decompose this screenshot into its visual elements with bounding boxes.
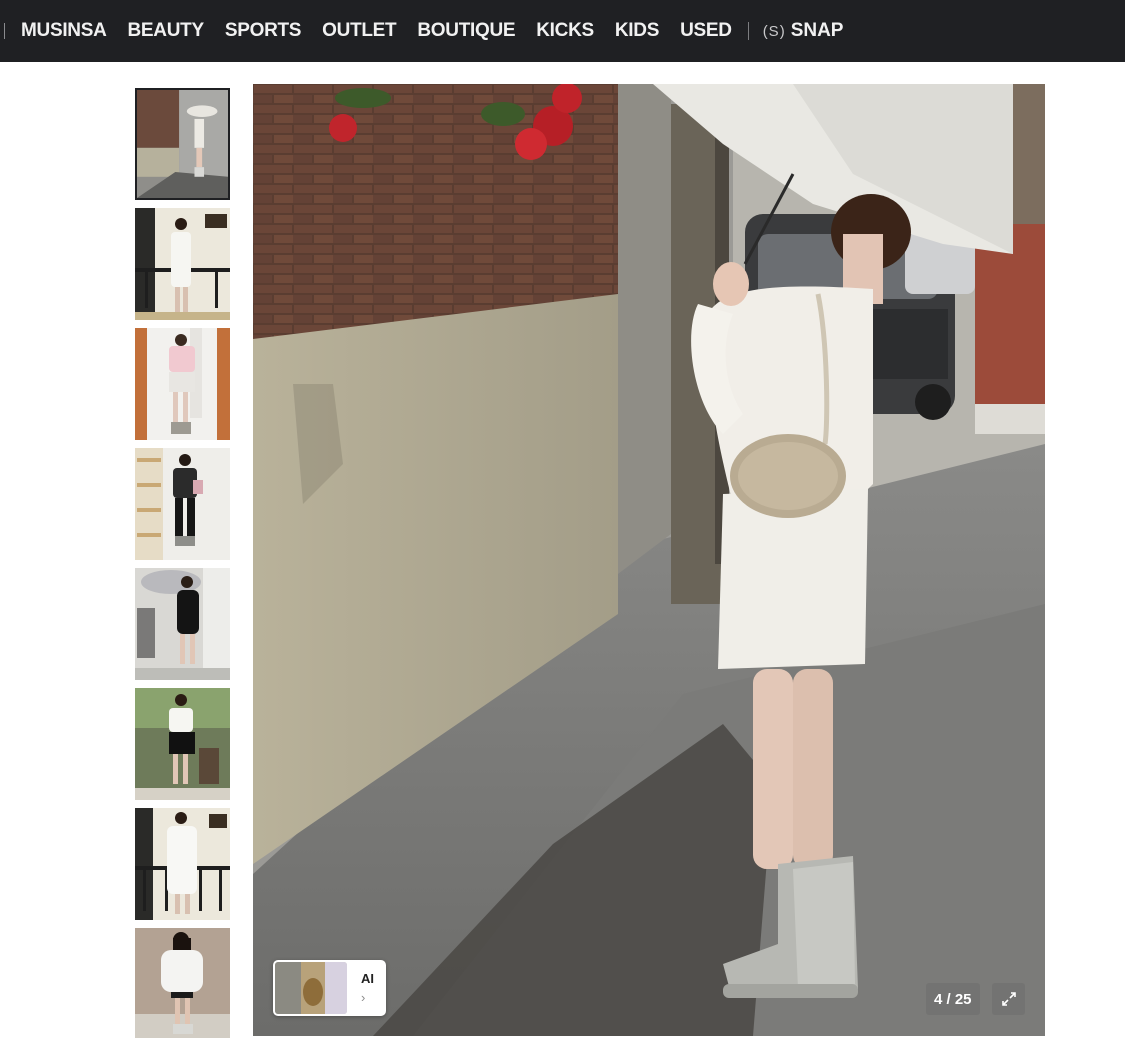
main-product-image[interactable]: AI › 4 / 25 xyxy=(253,84,1045,1036)
expand-image-button[interactable] xyxy=(992,983,1025,1015)
ai-badge-label: AI xyxy=(361,971,374,986)
nav-divider xyxy=(747,22,749,40)
ai-similar-items-card[interactable]: AI › xyxy=(273,960,386,1016)
nav-divider xyxy=(4,23,5,39)
gallery-thumbnail[interactable] xyxy=(135,208,230,320)
gallery-thumbnail[interactable] xyxy=(135,688,230,800)
nav-item-kids[interactable]: KIDS xyxy=(615,20,660,42)
nav-item-snap[interactable]: (S) SNAP xyxy=(763,20,844,42)
image-counter: 4 / 25 xyxy=(926,983,980,1015)
nav-item-boutique[interactable]: BOUTIQUE xyxy=(417,20,515,42)
nav-item-musinsa[interactable]: MUSINSA xyxy=(21,20,107,42)
street-snap-photo xyxy=(253,84,1045,1036)
chevron-right-icon: › xyxy=(361,990,366,1005)
gallery-thumbnail[interactable] xyxy=(135,328,230,440)
nav-item-kicks[interactable]: KICKS xyxy=(536,20,594,42)
nav-item-sports[interactable]: SPORTS xyxy=(225,20,302,42)
nav-item-used[interactable]: USED xyxy=(680,20,732,42)
snap-label: SNAP xyxy=(790,20,844,41)
ai-preview-thumbnail xyxy=(275,962,347,1014)
nav-item-outlet[interactable]: OUTLET xyxy=(322,20,397,42)
gallery-thumbnail[interactable] xyxy=(135,928,230,1038)
gallery-thumbnail[interactable] xyxy=(135,448,230,560)
snap-icon: (S) xyxy=(762,22,786,40)
gallery-thumbnail[interactable] xyxy=(135,808,230,920)
top-navigation: MUSINSA BEAUTY SPORTS OUTLET BOUTIQUE KI… xyxy=(0,0,1125,62)
nav-item-beauty[interactable]: BEAUTY xyxy=(128,20,205,42)
gallery-thumbnail[interactable] xyxy=(135,568,230,680)
gallery-thumbnail[interactable] xyxy=(135,88,230,200)
expand-icon xyxy=(1001,992,1016,1006)
